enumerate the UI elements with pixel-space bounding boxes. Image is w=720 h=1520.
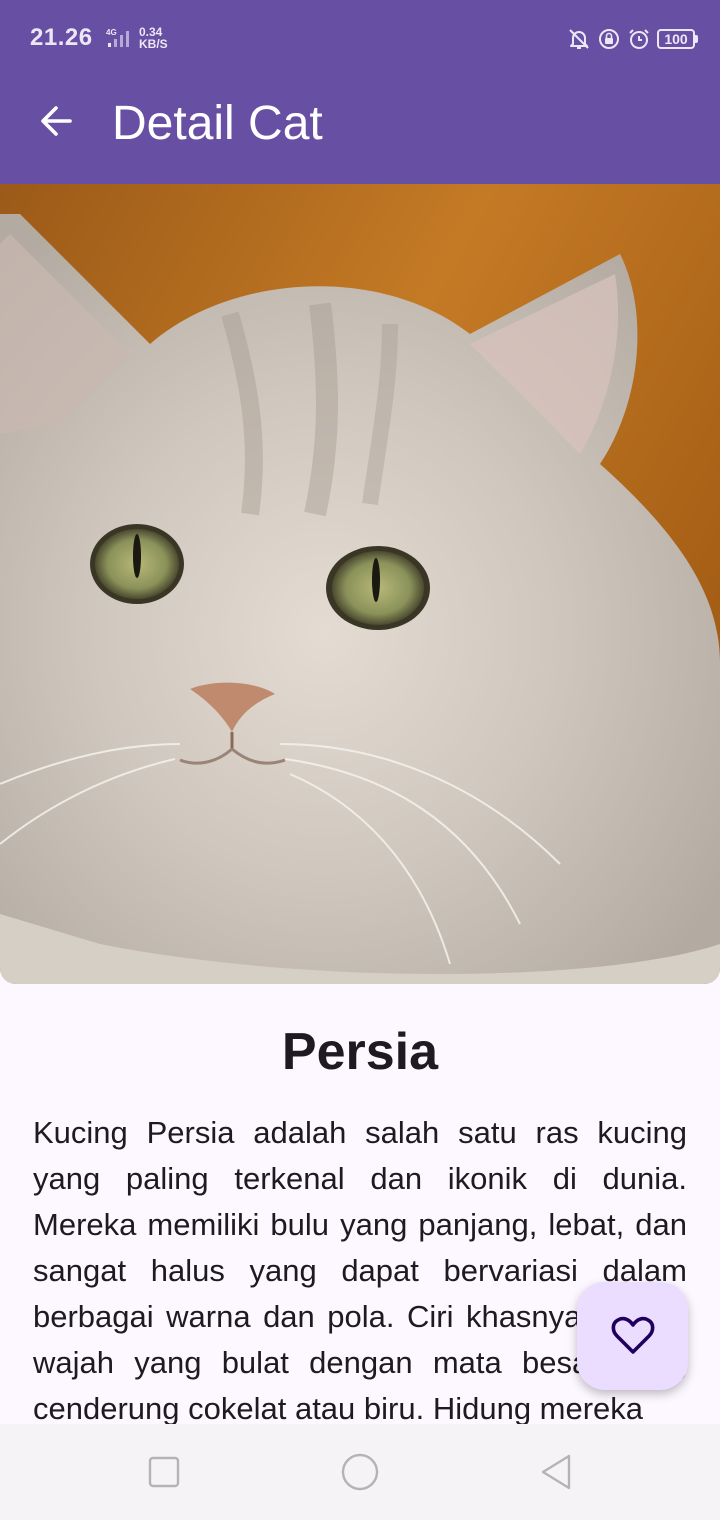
nav-back-button[interactable] [534, 1450, 578, 1494]
home-button[interactable] [338, 1450, 382, 1494]
network-type: 4G [106, 28, 117, 37]
signal-icon: 4G [106, 28, 129, 47]
lock-rotation-icon [599, 29, 619, 49]
page-title: Detail Cat [112, 97, 323, 150]
recents-icon [148, 1456, 180, 1488]
navigation-bar [0, 1424, 720, 1520]
status-time: 21.26 [30, 24, 93, 51]
cat-image [0, 184, 720, 984]
status-bar: 21.26 4G 0.34 KB/S 100 [0, 0, 720, 78]
battery-icon: 100 [657, 29, 698, 49]
home-icon [341, 1453, 379, 1491]
back-icon [541, 1454, 571, 1490]
arrow-left-icon [41, 106, 72, 136]
favorite-button[interactable] [577, 1282, 688, 1390]
cat-name: Persia [281, 1023, 439, 1081]
network-speed: 0.34 KB/S [139, 26, 168, 50]
back-button[interactable] [28, 93, 84, 149]
recents-button[interactable] [142, 1450, 186, 1494]
status-icons: 100 [567, 24, 698, 54]
alarm-icon [629, 29, 649, 49]
bell-off-icon [569, 29, 589, 49]
cat-photo [0, 184, 720, 984]
network-speed-unit: KB/S [139, 37, 168, 51]
battery-level: 100 [657, 29, 695, 49]
app-bar: Detail Cat [0, 78, 720, 184]
heart-outline-icon [611, 1316, 654, 1354]
